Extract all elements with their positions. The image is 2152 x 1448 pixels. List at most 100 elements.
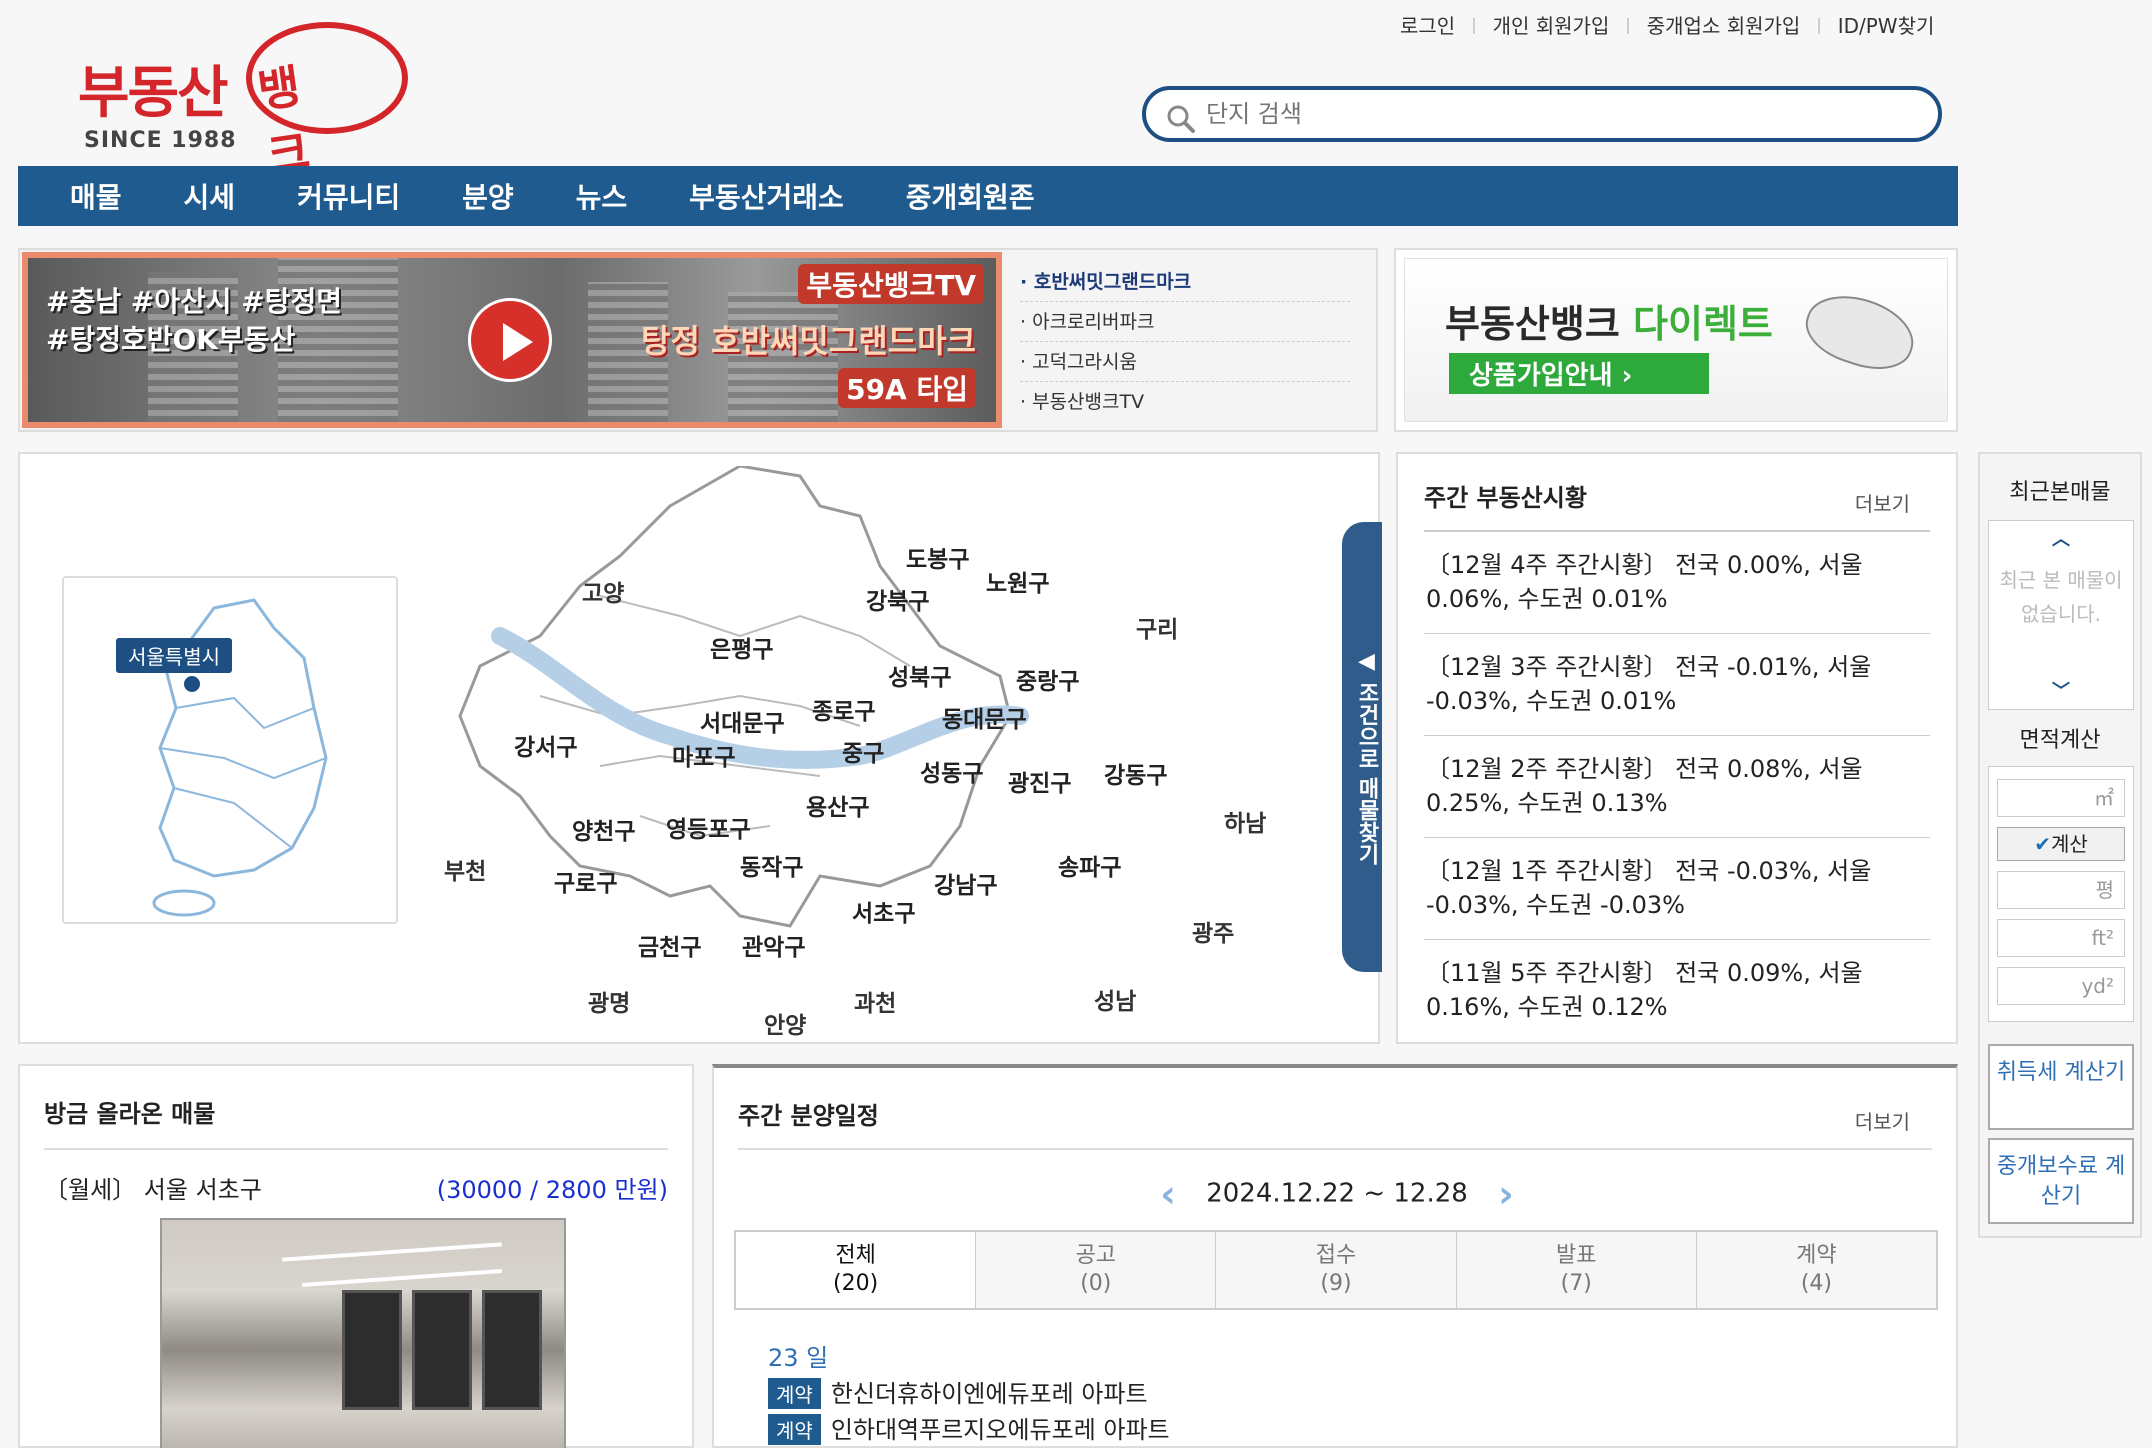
market-item[interactable]: 〔11월 5주 주간시황〕 전국 0.09%, 서울 0.16%, 수도권 0.… [1424,940,1930,1042]
region-goyang: 고양 [582,581,625,607]
nav-news[interactable]: 뉴스 [576,176,628,216]
chevron-right-icon[interactable]: › [1498,1172,1514,1216]
district-seongbuk[interactable]: 성북구 [888,658,951,692]
calc-button[interactable]: ✔계산 [1997,827,2125,861]
district-yongsan[interactable]: 용산구 [806,788,869,822]
seoul-tag[interactable]: 서울특별시 [116,638,232,673]
market-item[interactable]: 〔12월 4주 주간시황〕 전국 0.00%, 서울 0.06%, 수도권 0.… [1424,532,1930,634]
play-icon[interactable] [468,298,552,382]
tv-list-item[interactable]: · 호반써밋그랜드마크 [1020,262,1350,302]
district-yangcheon[interactable]: 양천구 [572,812,635,846]
district-jongno[interactable]: 종로구 [812,692,875,726]
district-dongdaemun[interactable]: 동대문구 [942,700,1027,734]
listing-photo[interactable] [160,1218,566,1448]
listing-row[interactable]: 〔월세〕 서울 서초구 (30000 / 2800 만원) [44,1150,668,1214]
district-gangbuk[interactable]: 강북구 [866,582,929,616]
district-guro[interactable]: 구로구 [554,864,617,898]
direct-banner[interactable]: 부동산뱅크 다이렉트 상품가입안내 › [1394,248,1958,432]
tv-list-item[interactable]: · 아크로리버파크 [1020,302,1350,342]
chevron-up-icon[interactable]: ︿ [1989,525,2133,551]
nav-agent-zone[interactable]: 중개회원존 [906,176,1035,216]
district-gangnam[interactable]: 강남구 [934,866,997,900]
district-nowon[interactable]: 노원구 [986,564,1049,598]
district-geumcheon[interactable]: 금천구 [638,928,701,962]
schedule-more-link[interactable]: 더보기 [1855,1106,1910,1135]
tab-notice[interactable]: 공고 (0) [976,1232,1217,1308]
agency-signup-link[interactable]: 중개업소 회원가입 [1647,10,1801,39]
market-item[interactable]: 〔12월 1주 주간시황〕 전국 -0.03%, 서울 -0.03%, 수도권 … [1424,838,1930,940]
area-calculator: ㎡ ✔계산 평 ft² yd² [1988,766,2134,1022]
region-guri: 구리 [1136,617,1179,643]
market-item[interactable]: 〔12월 2주 주간시황〕 전국 0.08%, 서울 0.25%, 수도권 0.… [1424,736,1930,838]
district-gangdong[interactable]: 강동구 [1104,756,1167,790]
tab-application[interactable]: 접수 (9) [1216,1232,1457,1308]
recent-sidebar: 최근본매물 ︿ 최근 본 매물이 없습니다. ﹀ 면적계산 ㎡ ✔계산 평 ft… [1978,452,2142,1238]
schedule-item[interactable]: 계약 한신더휴하이엔에듀포레 아파트 [768,1374,1148,1409]
tv-subtitle: 59A 타입 [838,368,976,408]
district-mapo[interactable]: 마포구 [672,738,735,772]
search-box[interactable] [1142,86,1942,142]
pyeong-input[interactable]: 평 [1997,871,2125,909]
tv-banner-image: #충남 #아산시 #탕정면 #탕정호반OK부동산 부동산뱅크TV 탕정 호반써밋… [28,258,996,422]
weekly-presale-schedule: 주간 분양일정 더보기 ‹ 2024.12.22 ~ 12.28 › 전체 (20… [712,1064,1958,1448]
chevron-down-icon[interactable]: ﹀ [1989,677,2133,703]
login-link[interactable]: 로그인 [1400,10,1455,39]
market-title: 주간 부동산시황 [1424,484,1587,512]
district-junggu[interactable]: 중구 [842,734,884,768]
recent-empty-message: 최근 본 매물이 없습니다. [1999,568,2123,626]
nav-exchange[interactable]: 부동산거래소 [689,176,844,216]
tab-contract[interactable]: 계약 (4) [1697,1232,1936,1308]
market-more-link[interactable]: 더보기 [1855,488,1910,517]
district-gwanak[interactable]: 관악구 [742,928,805,962]
chevron-left-icon[interactable]: ‹ [1160,1172,1176,1216]
divider: | [1471,15,1477,34]
condition-search-tab[interactable]: ◀ 조건으로 매물찾기 [1342,522,1382,972]
logo-main-text: 부동산 [78,61,229,126]
district-seocho[interactable]: 서초구 [852,894,915,928]
tab-announcement[interactable]: 발표 (7) [1457,1232,1697,1308]
region-hanam: 하남 [1224,811,1267,837]
district-gangseo[interactable]: 강서구 [514,728,577,762]
district-eunpyeong[interactable]: 은평구 [710,630,773,664]
tv-banner[interactable]: #충남 #아산시 #탕정면 #탕정호반OK부동산 부동산뱅크TV 탕정 호반써밋… [22,252,1002,428]
site-logo[interactable]: 부동산 뱅크 SINCE 1988 [78,22,408,184]
schedule-header: 주간 분양일정 더보기 [738,1068,1932,1150]
top-links: 로그인 | 개인 회원가입 | 중개업소 회원가입 | ID/PW찾기 [1400,10,1934,39]
new-listings-panel: 방금 올라온 매물 〔월세〕 서울 서초구 (30000 / 2800 만원) [18,1064,694,1448]
tab-all[interactable]: 전체 (20) [736,1232,977,1308]
tv-tag: #탕정호반OK부동산 [46,323,296,356]
brokerage-fee-button[interactable]: 중개보수료 계산기 [1988,1138,2134,1224]
tv-channel-label: 부동산뱅크TV [798,264,984,304]
personal-signup-link[interactable]: 개인 회원가입 [1493,10,1610,39]
market-item[interactable]: 〔12월 3주 주간시황〕 전국 -0.01%, 서울 -0.03%, 수도권 … [1424,634,1930,736]
nav-prices[interactable]: 시세 [184,176,236,216]
sqyd-input[interactable]: yd² [1997,967,2125,1005]
acquisition-tax-button[interactable]: 취득세 계산기 [1988,1044,2134,1130]
district-dobong[interactable]: 도봉구 [906,540,969,574]
find-id-pw-link[interactable]: ID/PW찾기 [1838,10,1935,39]
status-badge: 계약 [768,1414,821,1445]
korea-minimap[interactable]: 서울특별시 [62,576,398,924]
tv-list-item[interactable]: · 고덕그라시움 [1020,342,1350,382]
sqft-input[interactable]: ft² [1997,919,2125,957]
korea-map-icon [152,598,328,917]
district-dongjak[interactable]: 동작구 [740,848,803,882]
direct-signup-button[interactable]: 상품가입안내 › [1449,353,1709,394]
district-seodaemun[interactable]: 서대문구 [700,704,785,738]
new-listings-title: 방금 올라온 매물 [44,1100,216,1128]
weekly-market-panel: 주간 부동산시황 더보기 〔12월 4주 주간시황〕 전국 0.00%, 서울 … [1396,452,1958,1044]
nav-listings[interactable]: 매물 [70,176,122,216]
main-nav: 매물 시세 커뮤니티 분양 뉴스 부동산거래소 중개회원존 [18,166,1958,226]
sqm-input[interactable]: ㎡ [1997,779,2125,817]
district-songpa[interactable]: 송파구 [1058,848,1121,882]
schedule-item[interactable]: 계약 인하대역푸르지오에듀포레 아파트 [768,1410,1170,1445]
search-input[interactable] [1206,96,1906,132]
district-jungnang[interactable]: 중랑구 [1016,662,1079,696]
district-gwangjin[interactable]: 광진구 [1008,764,1071,798]
district-yeongdeungpo[interactable]: 영등포구 [666,810,751,844]
recent-title: 최근본매물 [2009,480,2111,505]
tv-list-item[interactable]: · 부동산뱅크TV [1020,382,1350,422]
district-seongdong[interactable]: 성동구 [920,754,983,788]
nav-presale[interactable]: 분양 [462,176,514,216]
nav-community[interactable]: 커뮤니티 [297,176,400,216]
